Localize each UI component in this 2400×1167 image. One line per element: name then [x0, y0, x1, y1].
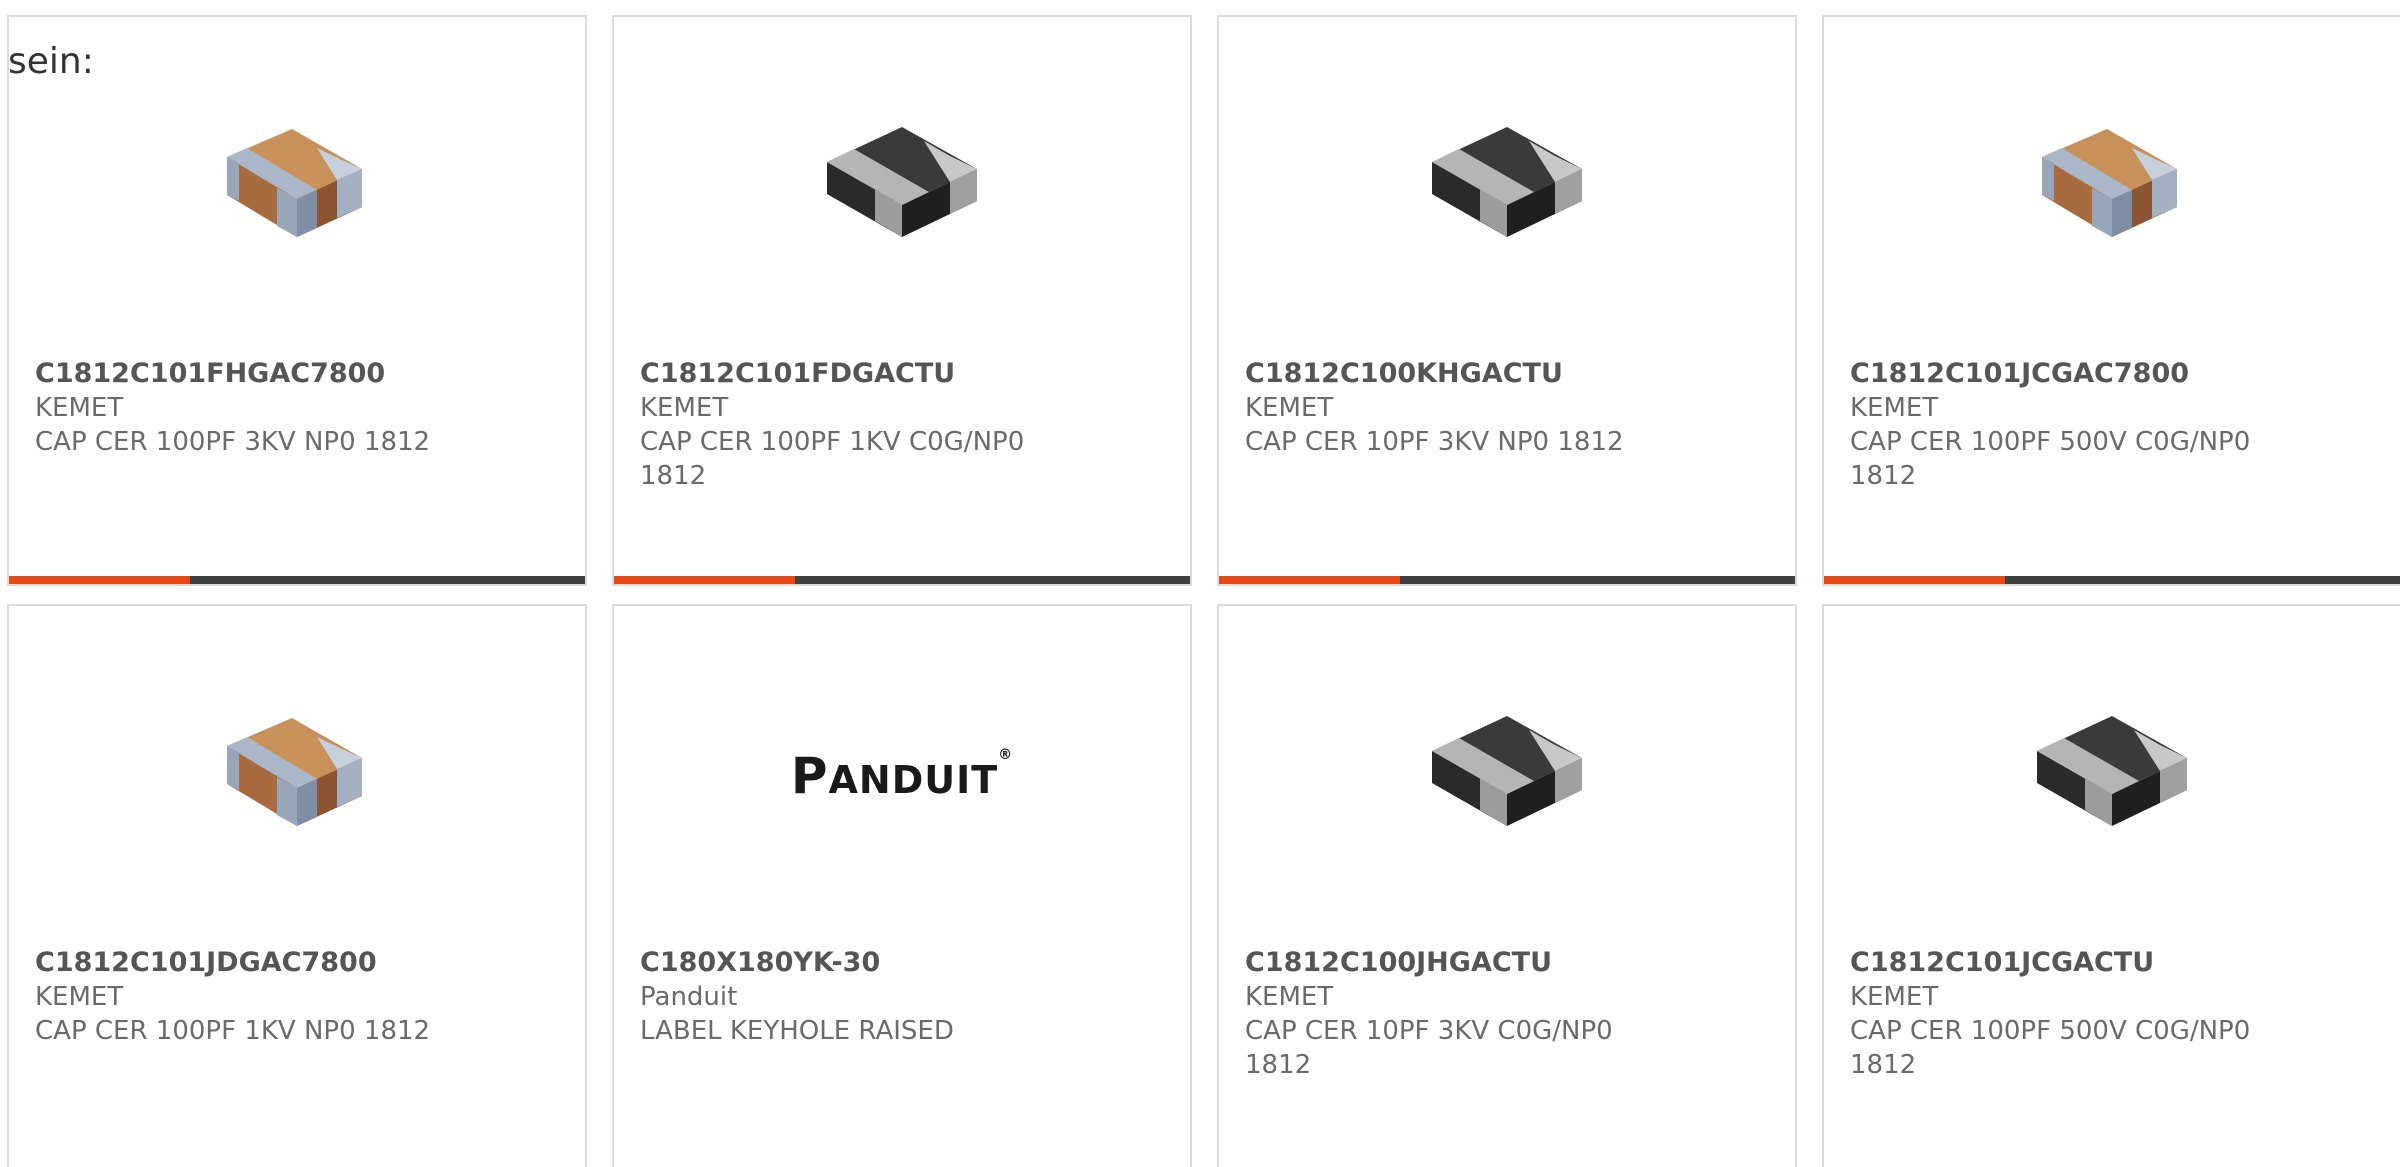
product-card[interactable]: PANDUIT® C180X180YK-30 Panduit LABEL KEY…: [612, 604, 1192, 1167]
card-bar-accent: [9, 576, 190, 584]
product-manufacturer: KEMET: [1245, 393, 1334, 423]
product-card[interactable]: C1812C101FHGAC7800 KEMET CAP CER 100PF 3…: [7, 15, 587, 586]
product-manufacturer: Panduit: [640, 982, 738, 1012]
product-description: CAP CER 10PF 3KV NP0 1812: [1245, 427, 1624, 457]
product-manufacturer: KEMET: [35, 393, 124, 423]
product-part-number[interactable]: C180X180YK-30: [640, 946, 1164, 980]
card-bar-accent: [1219, 576, 1400, 584]
product-part-number[interactable]: C1812C101JDGAC7800: [35, 946, 559, 980]
product-part-number[interactable]: C1812C101JCGACTU: [1850, 946, 2374, 980]
product-part-number[interactable]: C1812C100JHGACTU: [1245, 946, 1769, 980]
product-card[interactable]: C1812C100JHGACTU KEMET CAP CER 10PF 3KV …: [1217, 604, 1797, 1167]
product-manufacturer: KEMET: [35, 982, 124, 1012]
chip-capacitor-brown-icon: [227, 129, 362, 237]
product-grid: C1812C101FHGAC7800 KEMET CAP CER 100PF 3…: [7, 15, 2400, 1167]
product-card[interactable]: C1812C100KHGACTU KEMET CAP CER 10PF 3KV …: [1217, 15, 1797, 586]
product-card[interactable]: C1812C101FDGACTU KEMET CAP CER 100PF 1KV…: [612, 15, 1192, 586]
chip-capacitor-black-icon: [1432, 127, 1582, 237]
card-bottom-bar: [9, 576, 585, 584]
chip-capacitor-brown-icon: [2042, 129, 2177, 237]
product-image[interactable]: [2012, 676, 2212, 876]
product-image[interactable]: [802, 87, 1002, 287]
product-image[interactable]: [197, 676, 397, 876]
chip-capacitor-black-icon: [2037, 716, 2187, 826]
intro-text: sein:: [8, 41, 94, 82]
panduit-logo: PANDUIT®: [790, 747, 1014, 805]
product-description: LABEL KEYHOLE RAISED: [640, 1016, 954, 1046]
product-manufacturer: KEMET: [1850, 393, 1939, 423]
card-bottom-bar: [1824, 576, 2400, 584]
product-description: CAP CER 100PF 1KV C0G/NP0 1812: [640, 427, 1025, 491]
product-manufacturer: KEMET: [1850, 982, 1939, 1012]
product-part-number[interactable]: C1812C101JCGAC7800: [1850, 357, 2374, 391]
product-image[interactable]: [2012, 87, 2212, 287]
product-image[interactable]: [197, 87, 397, 287]
product-description: CAP CER 100PF 1KV NP0 1812: [35, 1016, 431, 1046]
product-part-number[interactable]: C1812C101FDGACTU: [640, 357, 1164, 391]
product-image[interactable]: PANDUIT®: [791, 676, 1012, 876]
product-card[interactable]: C1812C101JCGACTU KEMET CAP CER 100PF 500…: [1822, 604, 2400, 1167]
product-part-number[interactable]: C1812C100KHGACTU: [1245, 357, 1769, 391]
product-description: CAP CER 100PF 3KV NP0 1812: [35, 427, 431, 457]
product-card[interactable]: C1812C101JDGAC7800 KEMET CAP CER 100PF 1…: [7, 604, 587, 1167]
chip-capacitor-black-icon: [827, 127, 977, 237]
product-manufacturer: KEMET: [640, 393, 729, 423]
product-image[interactable]: [1407, 87, 1607, 287]
product-description: CAP CER 100PF 500V C0G/NP0 1812: [1850, 427, 2251, 491]
card-bottom-bar: [614, 576, 1190, 584]
card-bottom-bar: [1219, 576, 1795, 584]
product-part-number[interactable]: C1812C101FHGAC7800: [35, 357, 559, 391]
product-image[interactable]: [1407, 676, 1607, 876]
product-description: CAP CER 100PF 500V C0G/NP0 1812: [1850, 1016, 2251, 1080]
card-bar-accent: [1824, 576, 2005, 584]
product-manufacturer: KEMET: [1245, 982, 1334, 1012]
chip-capacitor-brown-icon: [227, 718, 362, 826]
product-description: CAP CER 10PF 3KV C0G/NP0 1812: [1245, 1016, 1613, 1080]
chip-capacitor-black-icon: [1432, 716, 1582, 826]
product-card[interactable]: C1812C101JCGAC7800 KEMET CAP CER 100PF 5…: [1822, 15, 2400, 586]
product-listing-page: sein: C1812C101FHGAC7800 KEMET CAP CER 1…: [0, 0, 2400, 1167]
card-bar-accent: [614, 576, 795, 584]
